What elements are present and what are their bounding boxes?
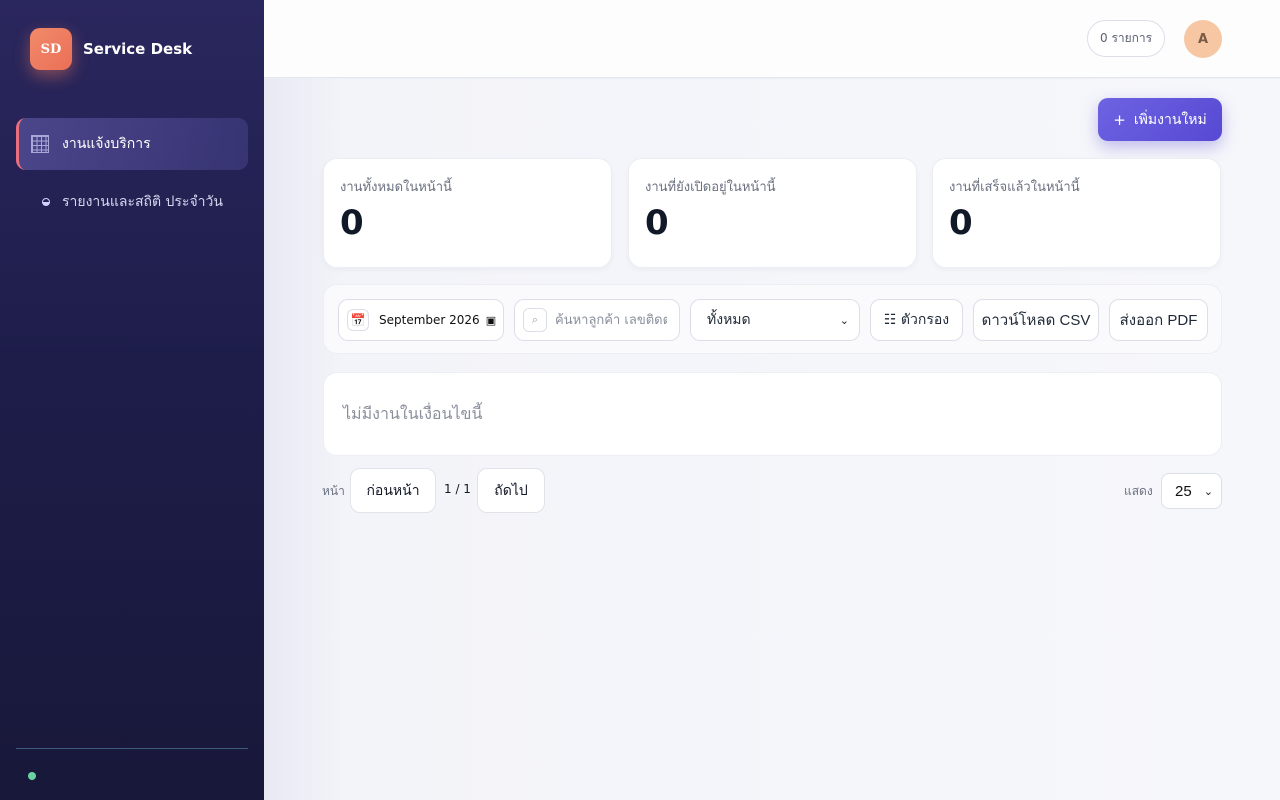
filter-button[interactable]: ☷ ตัวกรอง (870, 299, 963, 341)
grid-icon (30, 134, 50, 154)
app-title: Service Desk (83, 40, 193, 58)
sidebar-item-label: รายงานและสถิติ ประจำวัน (62, 194, 223, 210)
page-size-value: 25 (1175, 482, 1192, 500)
job-list-panel: ไม่มีงานในเงื่อนไขนี้ (323, 372, 1222, 456)
stat-label: งานทั้งหมดในหน้านี้ (340, 180, 452, 195)
status-select-value: ทั้งหมด (707, 312, 751, 328)
status-select[interactable]: ทั้งหมด ⌄ (690, 299, 860, 341)
page-indicator: 1 / 1 (444, 482, 471, 496)
sidebar: SD Service Desk งานแจ้งบริการ รายงานและส… (0, 0, 264, 800)
plus-icon: + (1113, 110, 1126, 129)
export-pdf-button[interactable]: ส่งออก PDF (1109, 299, 1208, 341)
page-size-label: แสดง (1124, 484, 1153, 498)
stat-card-done: งานที่เสร็จแล้วในหน้านี้ 0 (932, 158, 1221, 268)
item-count-badge: 0 รายการ (1087, 20, 1166, 57)
empty-state-message: ไม่มีงานในเงื่อนไขนี้ (343, 404, 483, 423)
sidebar-item-service-requests[interactable]: งานแจ้งบริการ (16, 118, 248, 170)
download-csv-button[interactable]: ดาวน์โหลด CSV (973, 299, 1099, 341)
month-value: September 2026 (379, 313, 480, 327)
online-status-dot (28, 772, 36, 780)
sidebar-item-label: งานแจ้งบริการ (62, 136, 151, 152)
filter-toolbar: 📅 September 2026 ▣ ⌕ ทั้งหมด ⌄ ☷ ตัวกรอง… (323, 284, 1222, 354)
calendar-icon[interactable]: 📅 (347, 309, 369, 331)
stat-card-open: งานที่ยังเปิดอยู่ในหน้านี้ 0 (628, 158, 917, 268)
avatar[interactable]: A (1184, 20, 1222, 58)
sidebar-divider (16, 748, 248, 749)
stat-card-total: งานทั้งหมดในหน้านี้ 0 (323, 158, 612, 268)
page-label: หน้า (322, 484, 345, 498)
stat-label: งานที่เสร็จแล้วในหน้านี้ (949, 180, 1080, 195)
month-picker[interactable]: 📅 September 2026 ▣ (338, 299, 504, 341)
half-circle-icon (30, 192, 50, 212)
search-field[interactable]: ⌕ (514, 299, 680, 341)
search-icon: ⌕ (523, 308, 547, 332)
sidebar-item-daily-reports[interactable]: รายงานและสถิติ ประจำวัน (16, 176, 248, 228)
chevron-down-icon: ⌄ (1203, 485, 1213, 498)
add-new-job-label: เพิ่มงานใหม่ (1133, 111, 1207, 128)
stat-value: 0 (645, 203, 669, 243)
search-input[interactable] (555, 312, 667, 328)
chevron-down-icon: ⌄ (839, 313, 849, 327)
stat-value: 0 (949, 203, 973, 243)
previous-page-button[interactable]: ก่อนหน้า (350, 468, 436, 513)
page-size-select[interactable]: 25 ⌄ (1161, 473, 1222, 509)
calendar-picker-icon[interactable]: ▣ (486, 314, 496, 327)
stat-value: 0 (340, 203, 364, 243)
brand-logo: SD (30, 28, 72, 70)
add-new-job-button[interactable]: + เพิ่มงานใหม่ (1098, 98, 1222, 141)
top-bar: 0 รายการ A (264, 0, 1280, 78)
brand[interactable]: SD Service Desk (30, 28, 192, 70)
next-page-button[interactable]: ถัดไป (477, 468, 545, 513)
stat-label: งานที่ยังเปิดอยู่ในหน้านี้ (645, 180, 776, 195)
